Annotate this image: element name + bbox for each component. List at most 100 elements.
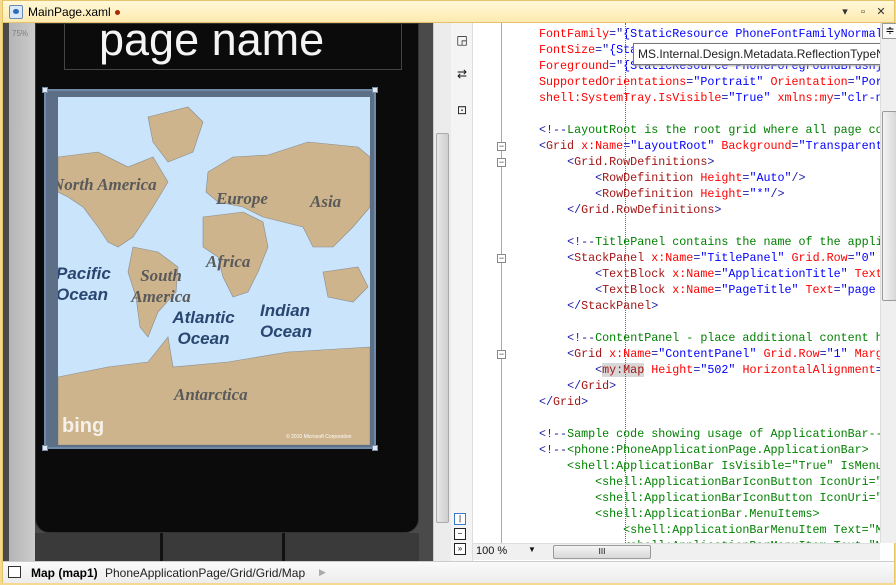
type-tooltip: MS.Internal.Design.Metadata.ReflectionTy… — [633, 43, 896, 65]
collapse-icon[interactable]: − — [497, 350, 506, 359]
code-line[interactable]: <shell:ApplicationBar IsVisible="True" I… — [539, 458, 880, 474]
code-token: Sample code showing usage of Application… — [567, 427, 880, 441]
scrollbar-thumb[interactable] — [882, 111, 896, 301]
code-line[interactable]: <!--ContentPanel - place additional cont… — [539, 330, 880, 346]
code-token: ContentPanel - place additional content … — [595, 331, 880, 345]
scrollbar-thumb[interactable] — [436, 133, 449, 523]
code-line[interactable]: <Grid x:Name="LayoutRoot" Background="Tr… — [539, 138, 880, 154]
designer-zoom-slider[interactable]: 75% — [9, 23, 35, 561]
resize-handle[interactable] — [42, 87, 48, 93]
code-line[interactable]: <!--<phone:PhoneApplicationPage.Applicat… — [539, 442, 880, 458]
code-line[interactable]: <RowDefinition Height="Auto"/> — [539, 170, 880, 186]
code-token: "ApplicationTitle" — [721, 267, 848, 281]
code-line[interactable]: FontFamily="{StaticResource PhoneFontFam… — [539, 26, 880, 42]
map-label: Europe — [216, 189, 268, 208]
code-line[interactable]: <!--Sample code showing usage of Applica… — [539, 426, 880, 442]
code-line[interactable]: <Grid.RowDefinitions> — [539, 154, 880, 170]
code-line[interactable]: <TextBlock x:Name="ApplicationTitle" Tex… — [539, 266, 880, 282]
scrollbar-thumb[interactable]: III — [553, 545, 651, 559]
collapse-pane-icon[interactable]: ⊡ — [453, 103, 471, 123]
resize-handle[interactable] — [42, 445, 48, 451]
code-token: Text — [854, 267, 880, 281]
code-token: <phone:PhoneApplicationPage.ApplicationB… — [567, 443, 869, 457]
code-token: <!-- — [567, 331, 596, 345]
page-title[interactable]: page name — [99, 14, 324, 66]
document-outline-icon[interactable] — [8, 566, 21, 578]
collapse-icon[interactable]: − — [497, 142, 506, 151]
code-line[interactable]: <shell:ApplicationBar.MenuItems> — [539, 506, 880, 522]
code-line[interactable] — [539, 410, 880, 426]
expand-pane-icon[interactable]: » — [454, 543, 466, 555]
phone-hardware-buttons — [35, 533, 419, 561]
breadcrumb-arrow-icon[interactable]: ▶ — [319, 567, 326, 578]
land-greenland — [147, 106, 204, 163]
map-label: Indian Ocean — [260, 301, 312, 341]
close-button[interactable]: ✕ — [873, 4, 889, 20]
collapse-icon[interactable]: − — [497, 158, 506, 167]
editor-zoom-select[interactable]: 100 % ▼ — [476, 545, 536, 557]
code-token: </ — [567, 379, 582, 393]
code-token: </ — [567, 299, 582, 313]
code-line[interactable] — [539, 106, 880, 122]
swap-panes-icon[interactable]: ⇄ — [453, 67, 471, 87]
editor-horizontal-scrollbar[interactable]: III — [547, 545, 879, 559]
resize-handle[interactable] — [372, 87, 378, 93]
code-line[interactable]: <TextBlock x:Name="PageTitle" Text="page… — [539, 282, 880, 298]
collapse-icon[interactable]: − — [497, 254, 506, 263]
code-line[interactable]: <shell:ApplicationBarIconButton IconUri=… — [539, 490, 880, 506]
resize-handle[interactable] — [372, 445, 378, 451]
design-view-icon[interactable]: ◲ — [453, 33, 471, 53]
code-token: "ContentPanel" — [658, 347, 757, 361]
xaml-editor[interactable]: FontFamily="{StaticResource PhoneFontFam… — [539, 26, 880, 543]
code-token: <!-- — [539, 443, 568, 457]
map-copyright: © 2010 Microsoft Corporation — [286, 434, 352, 440]
code-line[interactable]: <StackPanel x:Name="TitlePanel" Grid.Row… — [539, 250, 880, 266]
dropdown-button[interactable]: ▾ — [837, 4, 853, 20]
column-guide — [625, 23, 626, 543]
code-line[interactable] — [539, 314, 880, 330]
restore-button[interactable]: ▫ — [855, 4, 871, 20]
vertical-split-icon[interactable]: | — [454, 513, 466, 525]
code-token: <shell:ApplicationBarMenuItem Text="Menu… — [623, 523, 880, 537]
designer-vertical-scrollbar[interactable] — [433, 23, 451, 561]
code-line[interactable]: </Grid.RowDefinitions> — [539, 202, 880, 218]
code-line[interactable]: <!--TitlePanel contains the name of the … — [539, 234, 880, 250]
code-line[interactable]: SupportedOrientations="Portrait" Orienta… — [539, 74, 880, 90]
title-panel[interactable]: page name — [64, 14, 402, 70]
code-token: "*" — [749, 187, 771, 201]
code-line[interactable]: </Grid> — [539, 378, 880, 394]
code-line[interactable]: <my:Map Height="502" HorizontalAlignment… — [539, 362, 880, 378]
code-line[interactable]: <Grid x:Name="ContentPanel" Grid.Row="1"… — [539, 346, 880, 362]
view-mode-buttons: | − » — [454, 513, 470, 558]
map-label: South America — [131, 266, 191, 306]
horizontal-split-icon[interactable]: − — [454, 528, 466, 540]
code-token: "PageTitle" — [721, 283, 799, 297]
code-line[interactable]: shell:SystemTray.IsVisible = "True" xmlns:… — [539, 90, 880, 106]
code-line[interactable]: </StackPanel> — [539, 298, 880, 314]
code-token: Grid — [553, 395, 582, 409]
element-breadcrumb[interactable]: PhoneApplicationPage/Grid/Grid/Map — [105, 566, 305, 580]
design-surface[interactable]: page name North America Europe Asia Afri… — [3, 14, 433, 561]
designer-zoom-label: 75% — [12, 29, 29, 38]
code-line[interactable]: <RowDefinition Height="*"/> — [539, 186, 880, 202]
code-line[interactable]: <!--LayoutRoot is the root grid where al… — [539, 122, 880, 138]
map-control[interactable]: North America Europe Asia Africa South A… — [58, 97, 370, 445]
code-token: <shell:ApplicationBarIconButton IconUri=… — [595, 475, 880, 489]
code-line[interactable]: </Grid> — [539, 394, 880, 410]
code-line[interactable]: <shell:ApplicationBarMenuItem Text="Menu… — [539, 522, 880, 538]
code-token: /> — [791, 171, 806, 185]
code-line[interactable] — [539, 218, 880, 234]
code-line[interactable]: <shell:ApplicationBarIconButton IconUri=… — [539, 474, 880, 490]
code-token: Foreground — [539, 59, 610, 73]
editor-vertical-scrollbar[interactable]: ≑ — [880, 23, 896, 543]
map-selection[interactable]: North America Europe Asia Africa South A… — [42, 87, 378, 451]
splitter-icon[interactable]: ≑ — [882, 23, 896, 39]
code-token: < — [539, 139, 547, 153]
code-token: > — [714, 203, 722, 217]
editor-bottom-bar: 100 % ▼ III — [473, 543, 880, 560]
